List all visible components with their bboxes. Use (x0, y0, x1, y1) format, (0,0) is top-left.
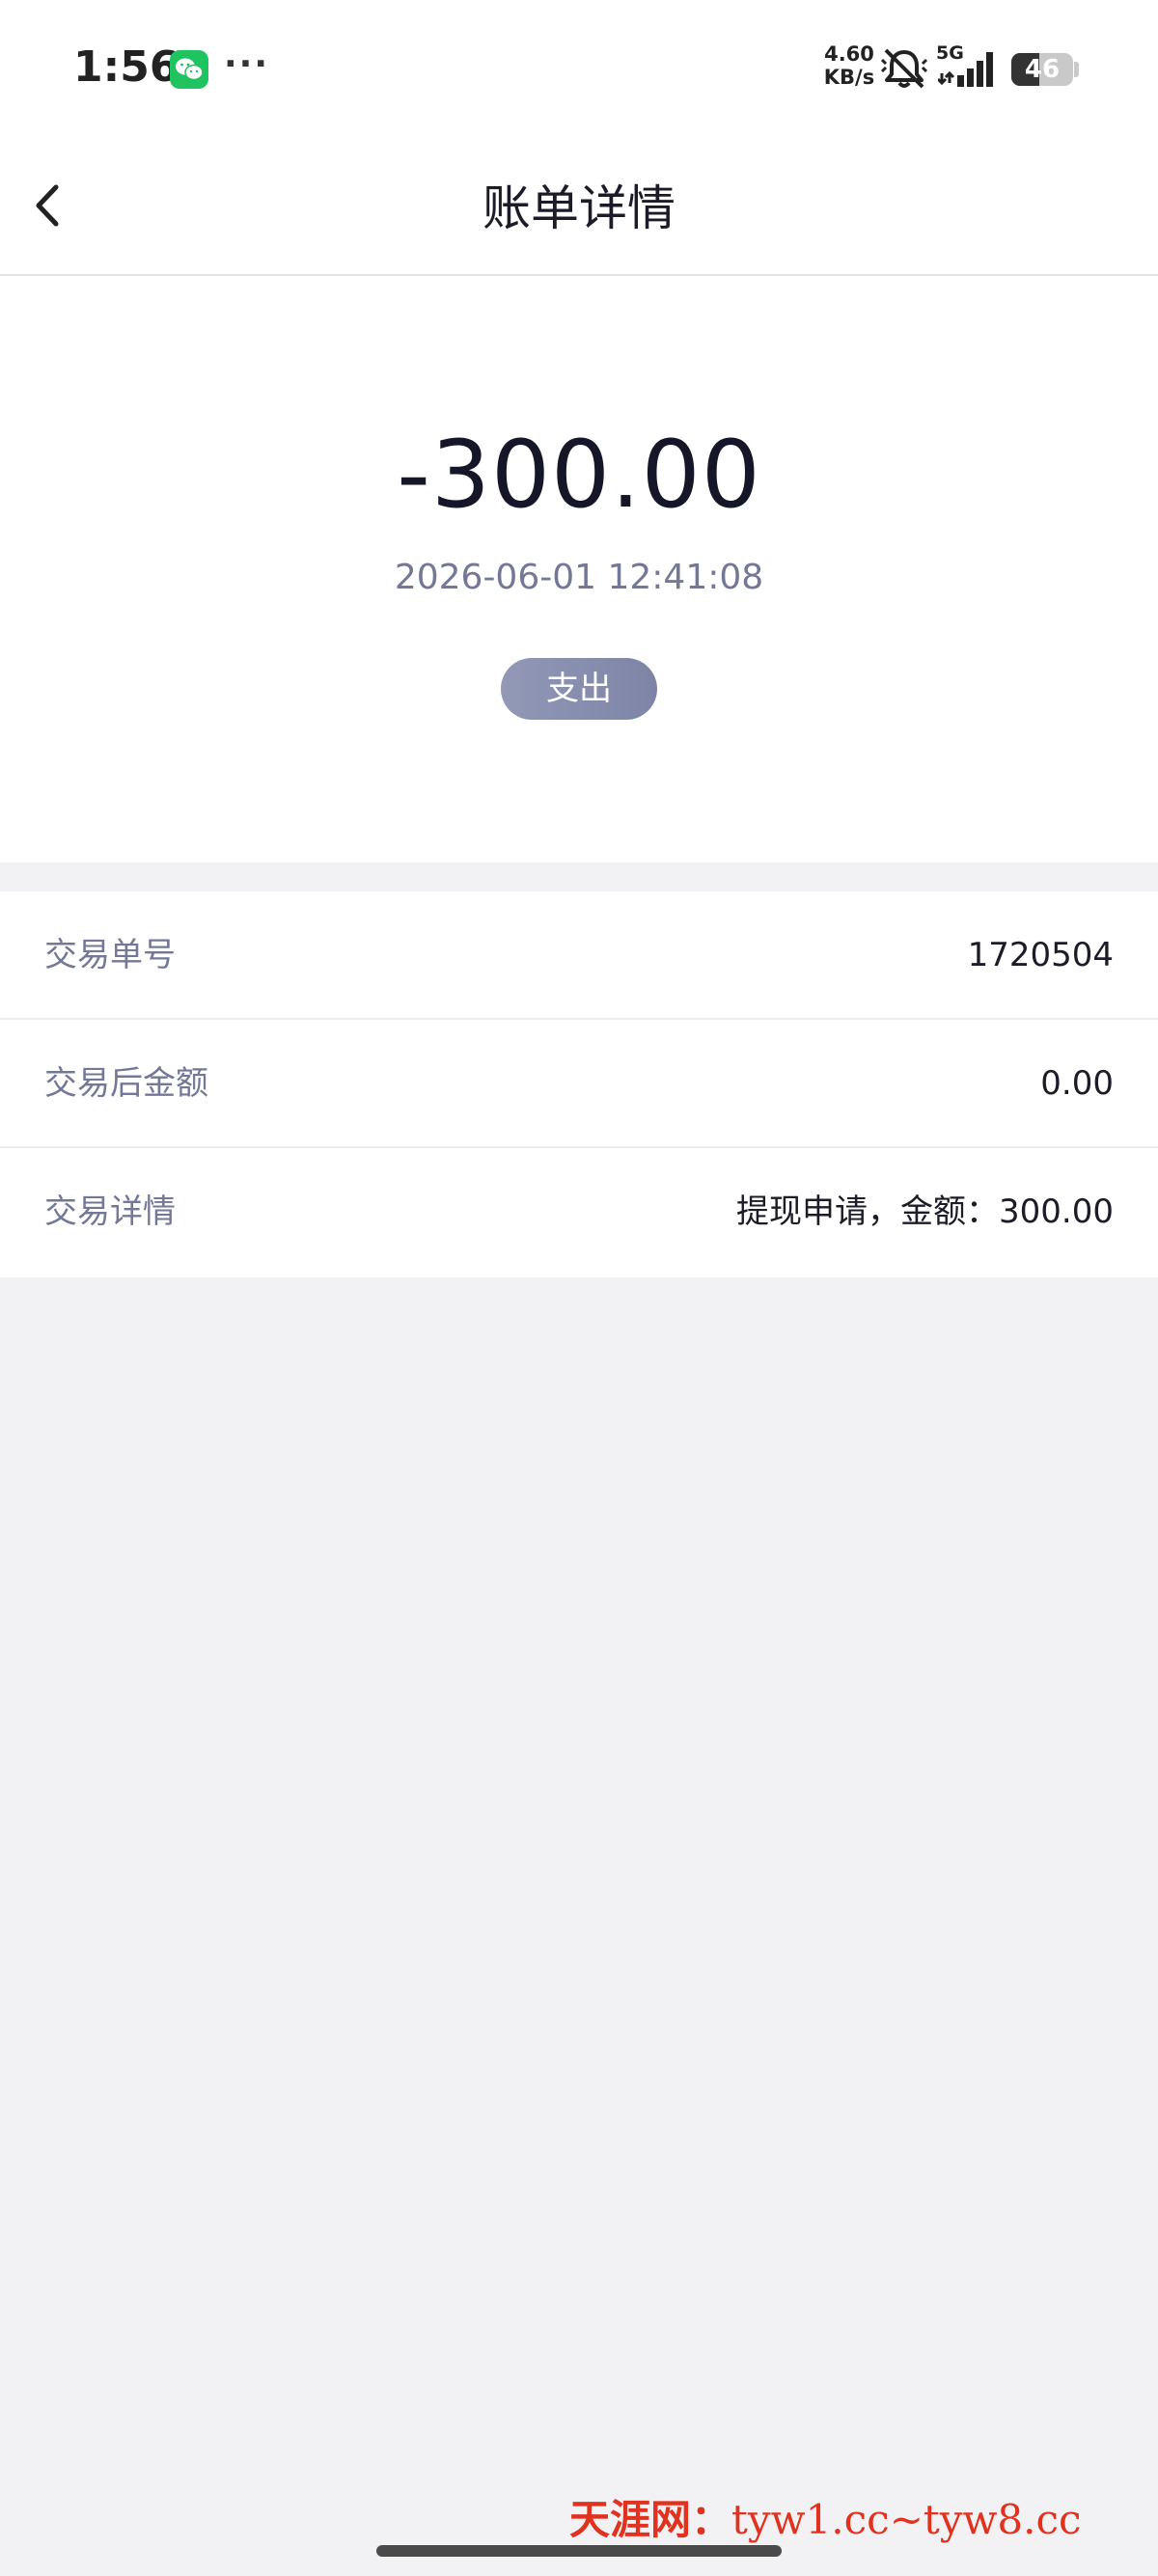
detail-value: 提现申请，金额：300.00 (736, 1192, 1114, 1231)
wechat-icon (170, 50, 208, 89)
detail-row-transaction-id: 交易单号 1720504 (0, 891, 1158, 1020)
battery-icon: 46 (1011, 53, 1073, 86)
battery-level: 46 (1024, 55, 1061, 84)
detail-value: 1720504 (967, 936, 1114, 974)
watermark: 天涯网：tyw1.cc~tyw8.cc (569, 2487, 1082, 2546)
battery-tip (1074, 62, 1079, 77)
detail-label: 交易详情 (44, 1192, 176, 1231)
transaction-datetime: 2026-06-01 12:41:08 (394, 558, 764, 597)
signal-strength-icon (936, 50, 998, 93)
back-button[interactable] (19, 166, 87, 243)
more-notifications-icon: ··· (224, 44, 270, 84)
detail-row-description: 交易详情 提现申请，金额：300.00 (0, 1148, 1158, 1277)
page-title: 账单详情 (482, 180, 676, 236)
transaction-type-badge: 支出 (501, 658, 657, 720)
status-time: 1:56 (73, 42, 179, 92)
watermark-brand: 天涯网： (569, 2496, 732, 2543)
detail-row-balance-after: 交易后金额 0.00 (0, 1020, 1158, 1148)
transaction-amount: -300.00 (397, 421, 761, 529)
network-speed: 4.60 KB/s (820, 42, 878, 89)
detail-value: 0.00 (1040, 1064, 1114, 1103)
bill-summary: -300.00 2026-06-01 12:41:08 支出 (0, 276, 1158, 863)
nav-bar: 账单详情 (0, 135, 1158, 276)
home-indicator[interactable] (376, 2545, 782, 2557)
detail-label: 交易后金额 (44, 1064, 208, 1103)
bill-details-list: 交易单号 1720504 交易后金额 0.00 交易详情 提现申请，金额：300… (0, 891, 1158, 1277)
chevron-left-icon (36, 184, 59, 227)
network-speed-value: 4.60 (824, 42, 874, 66)
detail-label: 交易单号 (44, 936, 176, 974)
status-bar: 1:56 ··· 4.60 KB/s 5G 46 (0, 0, 1158, 135)
watermark-domains: tyw1.cc~tyw8.cc (731, 2496, 1082, 2543)
bell-muted-icon (880, 46, 928, 95)
network-speed-unit: KB/s (823, 66, 875, 89)
